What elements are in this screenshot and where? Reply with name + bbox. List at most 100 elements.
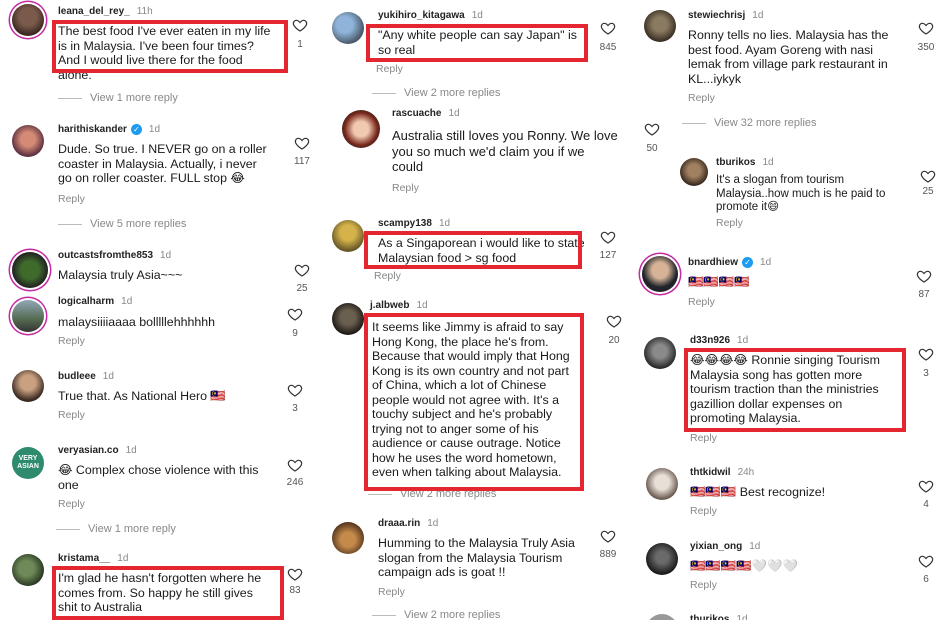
reply-button[interactable]: Reply xyxy=(690,579,717,591)
heart-outline-icon[interactable] xyxy=(918,553,934,569)
reply-button[interactable]: Reply xyxy=(688,92,715,104)
comment-username[interactable]: bnardhiew ✓ 1d xyxy=(688,257,771,268)
comment-username[interactable]: yixian_ong 1d xyxy=(690,541,760,552)
reply-button[interactable]: Reply xyxy=(376,63,403,75)
like-count: 889 xyxy=(599,549,617,560)
avatar[interactable] xyxy=(342,110,380,148)
heart-outline-icon[interactable] xyxy=(287,566,303,582)
comment-username[interactable]: veryasian.co 1d xyxy=(58,445,137,456)
avatar[interactable] xyxy=(644,10,676,42)
view-more-replies-link[interactable]: View 1 more reply xyxy=(58,92,178,104)
comment-text: Malaysia truly Asia~~~ xyxy=(58,268,183,282)
avatar[interactable] xyxy=(332,522,364,554)
comment-username[interactable]: leana_del_rey_ 11h xyxy=(58,6,153,17)
comment-username[interactable]: draaa.rin 1d xyxy=(378,518,438,529)
column-divider xyxy=(316,0,322,620)
comment-text: 🇲🇾🇲🇾🇲🇾🇲🇾🤍🤍🤍 xyxy=(690,559,798,573)
view-more-replies-link[interactable]: View 1 more reply xyxy=(56,523,176,535)
avatar[interactable] xyxy=(646,468,678,500)
heart-outline-icon[interactable] xyxy=(916,268,932,284)
heart-outline-icon[interactable] xyxy=(606,313,622,329)
avatar[interactable] xyxy=(332,12,364,44)
heart-outline-icon[interactable] xyxy=(600,528,616,544)
heart-outline-icon[interactable] xyxy=(287,306,303,322)
heart-outline-icon[interactable] xyxy=(920,168,936,184)
avatar[interactable] xyxy=(646,543,678,575)
reply-button[interactable]: Reply xyxy=(58,335,85,347)
column-divider xyxy=(628,0,634,620)
heart-outline-icon[interactable] xyxy=(644,121,660,137)
comment-username[interactable]: thurikos 1d xyxy=(690,614,748,620)
avatar[interactable] xyxy=(680,158,708,186)
avatar[interactable] xyxy=(12,300,44,332)
comment-username[interactable]: stewiechrisj 1d xyxy=(688,10,763,21)
highlight-box xyxy=(364,313,584,491)
like-count: 50 xyxy=(646,143,658,154)
reply-button[interactable]: Reply xyxy=(716,217,743,229)
heart-outline-icon[interactable] xyxy=(600,229,616,245)
heart-outline-icon[interactable] xyxy=(292,17,308,33)
heart-outline-icon[interactable] xyxy=(600,20,616,36)
comment-username[interactable]: yukihiro_kitagawa 1d xyxy=(378,10,483,21)
view-more-replies-link[interactable]: View 32 more replies xyxy=(682,117,817,129)
like-count: 9 xyxy=(292,328,298,339)
verified-badge-icon: ✓ xyxy=(742,257,754,268)
reply-button[interactable]: Reply xyxy=(374,270,401,282)
comment-username[interactable]: d33n926 1d xyxy=(690,335,748,346)
comment-text: Dude. So true. I NEVER go on a roller co… xyxy=(58,142,267,185)
comment-username[interactable]: kristama__ 1d xyxy=(58,553,128,564)
comment-text: malaysiiiiaaaa bolllllehhhhhh xyxy=(58,315,216,329)
like-count: 87 xyxy=(918,289,930,300)
like-count: 20 xyxy=(608,335,620,346)
comment-text: Humming to the Malaysia Truly Asia sloga… xyxy=(378,536,575,579)
comment-username[interactable]: tburikos 1d xyxy=(716,157,774,168)
avatar[interactable] xyxy=(332,220,364,252)
avatar[interactable] xyxy=(12,370,44,402)
reply-button[interactable]: Reply xyxy=(58,409,85,421)
comment-text: 😂 Complex chose violence with this one xyxy=(58,463,259,492)
heart-outline-icon[interactable] xyxy=(287,457,303,473)
comment-column-2: yukihiro_kitagawa 1d "Any white people ca… xyxy=(320,0,632,620)
reply-button[interactable]: Reply xyxy=(690,432,717,444)
heart-outline-icon[interactable] xyxy=(918,20,934,36)
avatar[interactable] xyxy=(12,125,44,157)
reply-button[interactable]: Reply xyxy=(58,193,85,205)
reply-button[interactable]: Reply xyxy=(392,182,419,194)
avatar[interactable] xyxy=(12,4,44,36)
comment-username[interactable]: harithiskander ✓ 1d xyxy=(58,124,160,135)
reply-button[interactable]: Reply xyxy=(378,586,405,598)
avatar[interactable] xyxy=(646,614,678,620)
reply-button[interactable]: Reply xyxy=(688,296,715,308)
comment-username[interactable]: logicalharm 1d xyxy=(58,296,132,307)
highlight-box xyxy=(684,348,906,432)
avatar[interactable] xyxy=(332,303,364,335)
comment-text: True that. As National Hero 🇲🇾 xyxy=(58,389,226,403)
comment-column-3: stewiechrisj 1d Ronny tells no lies. Mala… xyxy=(634,0,950,620)
view-more-replies-link[interactable]: View 5 more replies xyxy=(58,218,186,230)
avatar[interactable] xyxy=(644,337,676,369)
heart-outline-icon[interactable] xyxy=(294,135,310,151)
like-count: 4 xyxy=(923,499,929,510)
comment-username[interactable]: scampy138 1d xyxy=(378,218,450,229)
heart-outline-icon[interactable] xyxy=(918,478,934,494)
like-count: 25 xyxy=(922,186,934,197)
comment-username[interactable]: outcastsfromthe853 1d xyxy=(58,250,171,261)
heart-outline-icon[interactable] xyxy=(918,346,934,362)
avatar[interactable] xyxy=(642,256,678,292)
comment-username[interactable]: budleee 1d xyxy=(58,371,114,382)
reply-button[interactable]: Reply xyxy=(690,505,717,517)
reply-button[interactable]: Reply xyxy=(58,498,85,510)
comment-username[interactable]: j.albweb 1d xyxy=(370,300,428,311)
comment-username[interactable]: rascuache 1d xyxy=(392,108,460,119)
verified-badge-icon: ✓ xyxy=(130,124,142,135)
like-count: 127 xyxy=(599,250,617,261)
view-more-replies-link[interactable]: View 2 more replies xyxy=(372,87,500,99)
like-count: 83 xyxy=(289,585,301,596)
heart-outline-icon[interactable] xyxy=(287,382,303,398)
avatar[interactable]: VERY ASIAN xyxy=(12,447,44,479)
heart-outline-icon[interactable] xyxy=(294,262,310,278)
view-more-replies-link[interactable]: View 2 more replies xyxy=(372,609,500,620)
avatar[interactable] xyxy=(12,554,44,586)
avatar[interactable] xyxy=(12,252,48,288)
comment-username[interactable]: thtkidwil 24h xyxy=(690,467,754,478)
